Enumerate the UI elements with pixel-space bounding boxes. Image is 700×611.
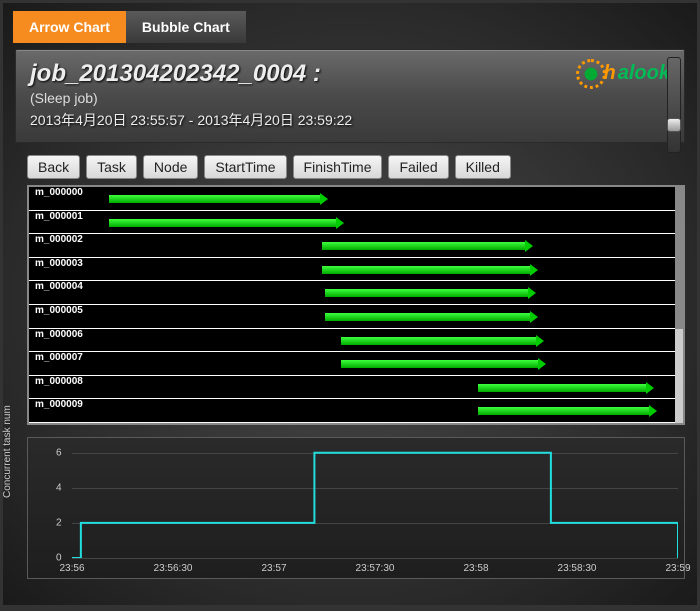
task-label: m_000001: [35, 211, 83, 222]
starttime-button[interactable]: StartTime: [204, 155, 286, 179]
task-arrow: [478, 384, 647, 392]
y-tick: 4: [56, 482, 62, 493]
task-label: m_000008: [35, 376, 83, 387]
tab-bubble-chart[interactable]: Bubble Chart: [126, 11, 246, 43]
task-label: m_000006: [35, 329, 83, 340]
grid-line: [72, 558, 678, 559]
tab-arrow-chart[interactable]: Arrow Chart: [13, 11, 126, 43]
logo-icon: [580, 63, 602, 85]
task-row: m_000002: [29, 234, 675, 258]
y-axis-label: Concurrent task num: [2, 405, 13, 498]
task-label: m_000002: [35, 234, 83, 245]
task-label: m_000000: [35, 187, 83, 198]
y-tick: 6: [56, 447, 62, 458]
task-arrow: [109, 195, 320, 203]
task-arrow: [478, 407, 649, 415]
task-label: m_000005: [35, 305, 83, 316]
halook-logo: halook: [580, 62, 670, 85]
x-tick: 23:57:30: [356, 563, 395, 574]
x-tick: 23:56: [59, 563, 84, 574]
task-label: m_000009: [35, 399, 83, 410]
task-label: m_000004: [35, 281, 83, 292]
finishtime-button[interactable]: FinishTime: [293, 155, 383, 179]
x-tick: 23:58:30: [558, 563, 597, 574]
task-arrow: [322, 242, 525, 250]
task-row: m_000000: [29, 187, 675, 211]
task-arrow: [341, 360, 539, 368]
task-arrow: [325, 289, 528, 297]
gantt-scrollbar[interactable]: [675, 187, 683, 423]
task-button[interactable]: Task: [86, 155, 137, 179]
task-row: m_000009: [29, 399, 675, 423]
failed-button[interactable]: Failed: [388, 155, 448, 179]
job-title: job_201304202342_0004 :: [30, 60, 670, 88]
task-label: m_000007: [35, 352, 83, 363]
node-button[interactable]: Node: [143, 155, 198, 179]
task-arrow: [322, 266, 530, 274]
task-arrow: [325, 313, 530, 321]
job-subtitle: (Sleep job): [30, 90, 670, 106]
task-arrow: [341, 337, 536, 345]
task-arrow: [109, 219, 336, 227]
logo-rest: alook: [618, 62, 670, 85]
concurrent-line: [72, 444, 678, 558]
header-slider[interactable]: [667, 57, 681, 153]
header-slider-thumb[interactable]: [667, 118, 681, 132]
y-tick: 2: [56, 517, 62, 528]
x-tick: 23:59: [665, 563, 690, 574]
y-tick: 0: [56, 553, 62, 564]
task-row: m_000003: [29, 258, 675, 282]
task-label: m_000003: [35, 258, 83, 269]
task-row: m_000006: [29, 329, 675, 353]
task-row: m_000007: [29, 352, 675, 376]
gantt-scrollbar-thumb[interactable]: [675, 187, 683, 329]
x-tick: 23:57: [261, 563, 286, 574]
task-row: m_000004: [29, 281, 675, 305]
back-button[interactable]: Back: [27, 155, 80, 179]
job-time-range: 2013年4月20日 23:55:57 - 2013年4月20日 23:59:2…: [30, 110, 670, 130]
x-tick: 23:56:30: [154, 563, 193, 574]
task-row: m_000008: [29, 376, 675, 400]
killed-button[interactable]: Killed: [455, 155, 511, 179]
task-row: m_000001: [29, 211, 675, 235]
concurrent-chart: Concurrent task num 024623:5623:56:3023:…: [27, 437, 685, 579]
task-row: m_000005: [29, 305, 675, 329]
arrow-chart: m_000000 m_000001 m_000002 m_000003 m_000004…: [27, 185, 685, 425]
job-header: job_201304202342_0004 : (Sleep job) 2013…: [15, 49, 685, 143]
x-tick: 23:58: [463, 563, 488, 574]
